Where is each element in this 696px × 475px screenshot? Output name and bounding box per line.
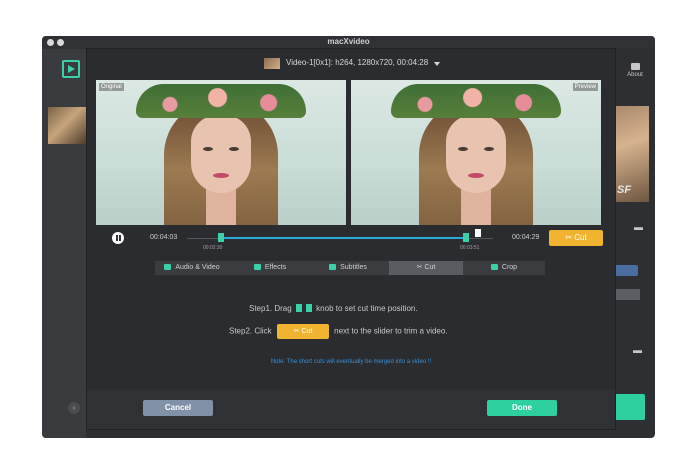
cut-end-knob[interactable]: [463, 233, 469, 242]
tab-audio-video[interactable]: Audio & Video: [155, 261, 229, 275]
info-icon: [630, 63, 640, 70]
cancel-button[interactable]: Cancel: [143, 400, 213, 416]
tab-label: Crop: [501, 264, 518, 271]
tab-cut[interactable]: ✂ Cut: [389, 261, 463, 275]
cut-example-button: ✂ Cut: [276, 324, 329, 339]
playback-controls: 00:04:03 00:02:30 00:03:51 00:04:29 ✂ Cu…: [87, 229, 615, 259]
current-time: 00:04:03: [150, 234, 178, 241]
background-option-button[interactable]: [614, 265, 638, 276]
folder-icon[interactable]: ▬: [633, 345, 642, 355]
tab-subtitles[interactable]: Subtitles: [311, 261, 385, 275]
merge-note: Note: The short cuts will eventually be …: [270, 359, 432, 365]
face-shape: [191, 115, 251, 193]
file-thumbnail: [264, 58, 280, 69]
background-run-button[interactable]: [614, 394, 645, 420]
background-select[interactable]: [614, 289, 640, 300]
flower-wreath: [136, 84, 306, 118]
step1-suffix: knob to set cut time position.: [316, 304, 418, 313]
eye-shape: [229, 147, 239, 151]
flower-wreath: [391, 84, 561, 118]
original-preview-panel: Original: [96, 80, 346, 225]
preview-thumbnail: SF: [613, 106, 649, 202]
cut-start-knob[interactable]: [218, 233, 224, 242]
playhead[interactable]: [475, 229, 481, 237]
about-label: About: [627, 72, 643, 78]
palette-icon: [164, 264, 172, 270]
cut-button[interactable]: ✂ Cut: [549, 230, 603, 246]
eye-shape: [203, 147, 213, 151]
subtitles-icon: [329, 264, 337, 270]
crop-icon: [490, 264, 498, 270]
pause-button[interactable]: [112, 232, 124, 244]
preview-watermark: SF: [617, 184, 632, 196]
cut-start-time: 00:02:30: [203, 245, 223, 251]
file-selector[interactable]: Video-1[0x1]: h264, 1280x720, 00:04:28: [87, 49, 615, 77]
eye-shape: [458, 147, 468, 151]
tab-effects[interactable]: Effects: [233, 261, 307, 275]
tab-label: Audio & Video: [175, 264, 220, 271]
step2-prefix: Step2. Click: [229, 326, 272, 336]
knob-icon: [295, 304, 302, 312]
step2-instruction: Step2. Click ✂ Cut next to the slider to…: [229, 324, 448, 339]
scissors-icon: ✂: [565, 233, 575, 242]
tab-label: Cut: [424, 264, 436, 271]
face-shape: [446, 115, 506, 193]
cut-button-label: Cut: [574, 233, 587, 242]
app-title: macXvideo: [327, 37, 370, 46]
tab-label: Subtitles: [340, 264, 367, 271]
knob-icon: [305, 304, 312, 312]
eye-shape: [484, 147, 494, 151]
file-info: Video-1[0x1]: h264, 1280x720, 00:04:28: [286, 58, 429, 67]
tab-crop[interactable]: Crop: [467, 261, 541, 275]
lips-shape: [468, 173, 484, 178]
about-button[interactable]: About: [624, 63, 646, 78]
lips-shape: [213, 173, 229, 178]
back-arrow-icon[interactable]: ‹: [68, 402, 80, 414]
magic-wand-icon: [253, 264, 261, 270]
folder-icon[interactable]: ▬: [634, 222, 643, 232]
preview-label: Preview: [572, 83, 598, 91]
cut-dialog: Video-1[0x1]: h264, 1280x720, 00:04:28 O…: [86, 48, 616, 430]
end-time: 00:04:29: [512, 234, 540, 241]
cut-range: [220, 237, 466, 239]
done-button[interactable]: Done: [487, 400, 557, 416]
chevron-down-icon[interactable]: [434, 62, 440, 66]
edit-tabs: Audio & Video Effects Subtitles ✂ Cut Cr…: [155, 261, 545, 275]
step1-prefix: Step1. Drag: [249, 304, 292, 313]
video-thumbnail[interactable]: [48, 107, 86, 144]
output-preview-panel: Preview: [351, 80, 601, 225]
original-label: Original: [99, 83, 124, 91]
dialog-footer: Cancel Done: [87, 389, 615, 429]
cut-end-time: 00:03:51: [460, 245, 480, 251]
tab-label: Effects: [264, 264, 287, 271]
step2-suffix: next to the slider to trim a video.: [334, 326, 448, 336]
cut-example-label: Cut: [301, 328, 313, 335]
app-logo-icon: [62, 60, 80, 78]
step1-instruction: Step1. Drag knob to set cut time positio…: [249, 304, 418, 313]
